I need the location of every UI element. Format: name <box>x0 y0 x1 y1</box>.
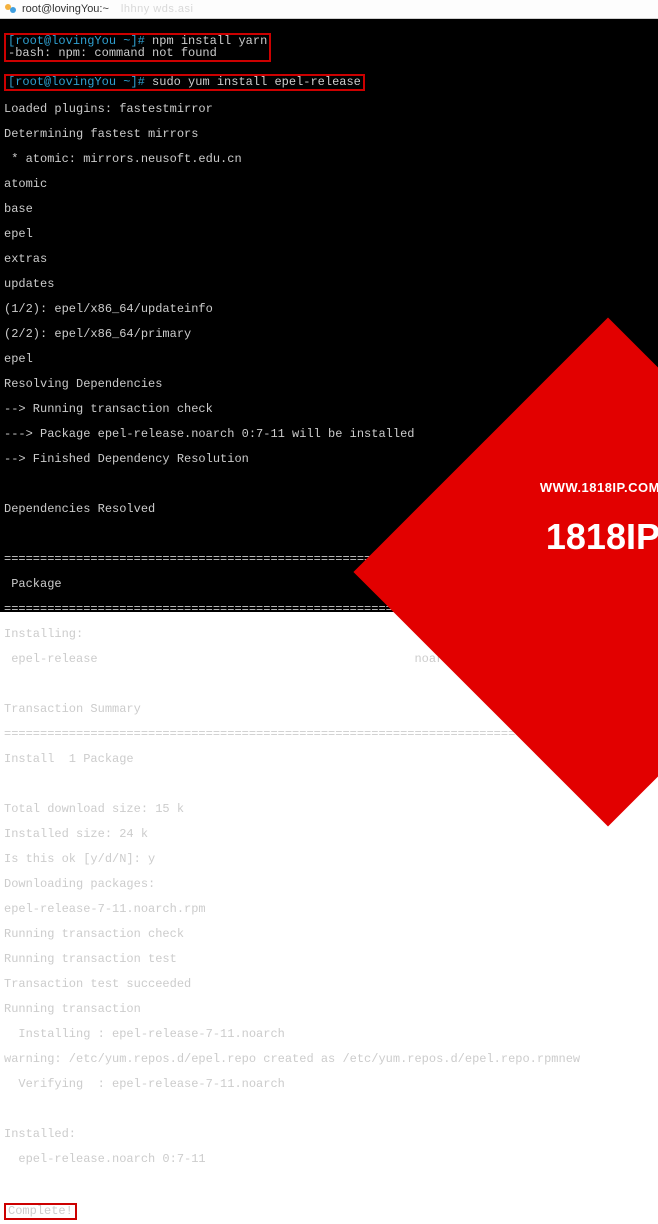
window-title-blur: lhhny wds.asi <box>121 3 194 15</box>
badge-url: WWW.1818IP.COM <box>540 482 658 495</box>
terminal-icon <box>4 2 18 16</box>
terminal-output[interactable]: [root@lovingYou ~]# npm install yarn -ba… <box>0 19 658 612</box>
error-line: -bash: npm: command not found <box>8 46 217 60</box>
window-title: root@lovingYou:~ <box>22 3 109 15</box>
command-2: sudo yum install epel-release <box>152 75 361 89</box>
highlight-box-1: [root@lovingYou ~]# npm install yarn -ba… <box>4 33 271 62</box>
highlight-box-2: [root@lovingYou ~]# sudo yum install epe… <box>4 74 365 91</box>
badge-brand: 1818IP <box>540 519 658 555</box>
corner-badge: WWW.1818IP.COM 1818IP <box>398 432 658 632</box>
highlight-box-3: Complete! <box>4 1203 77 1220</box>
window-titlebar: root@lovingYou:~ lhhny wds.asi <box>0 0 658 19</box>
